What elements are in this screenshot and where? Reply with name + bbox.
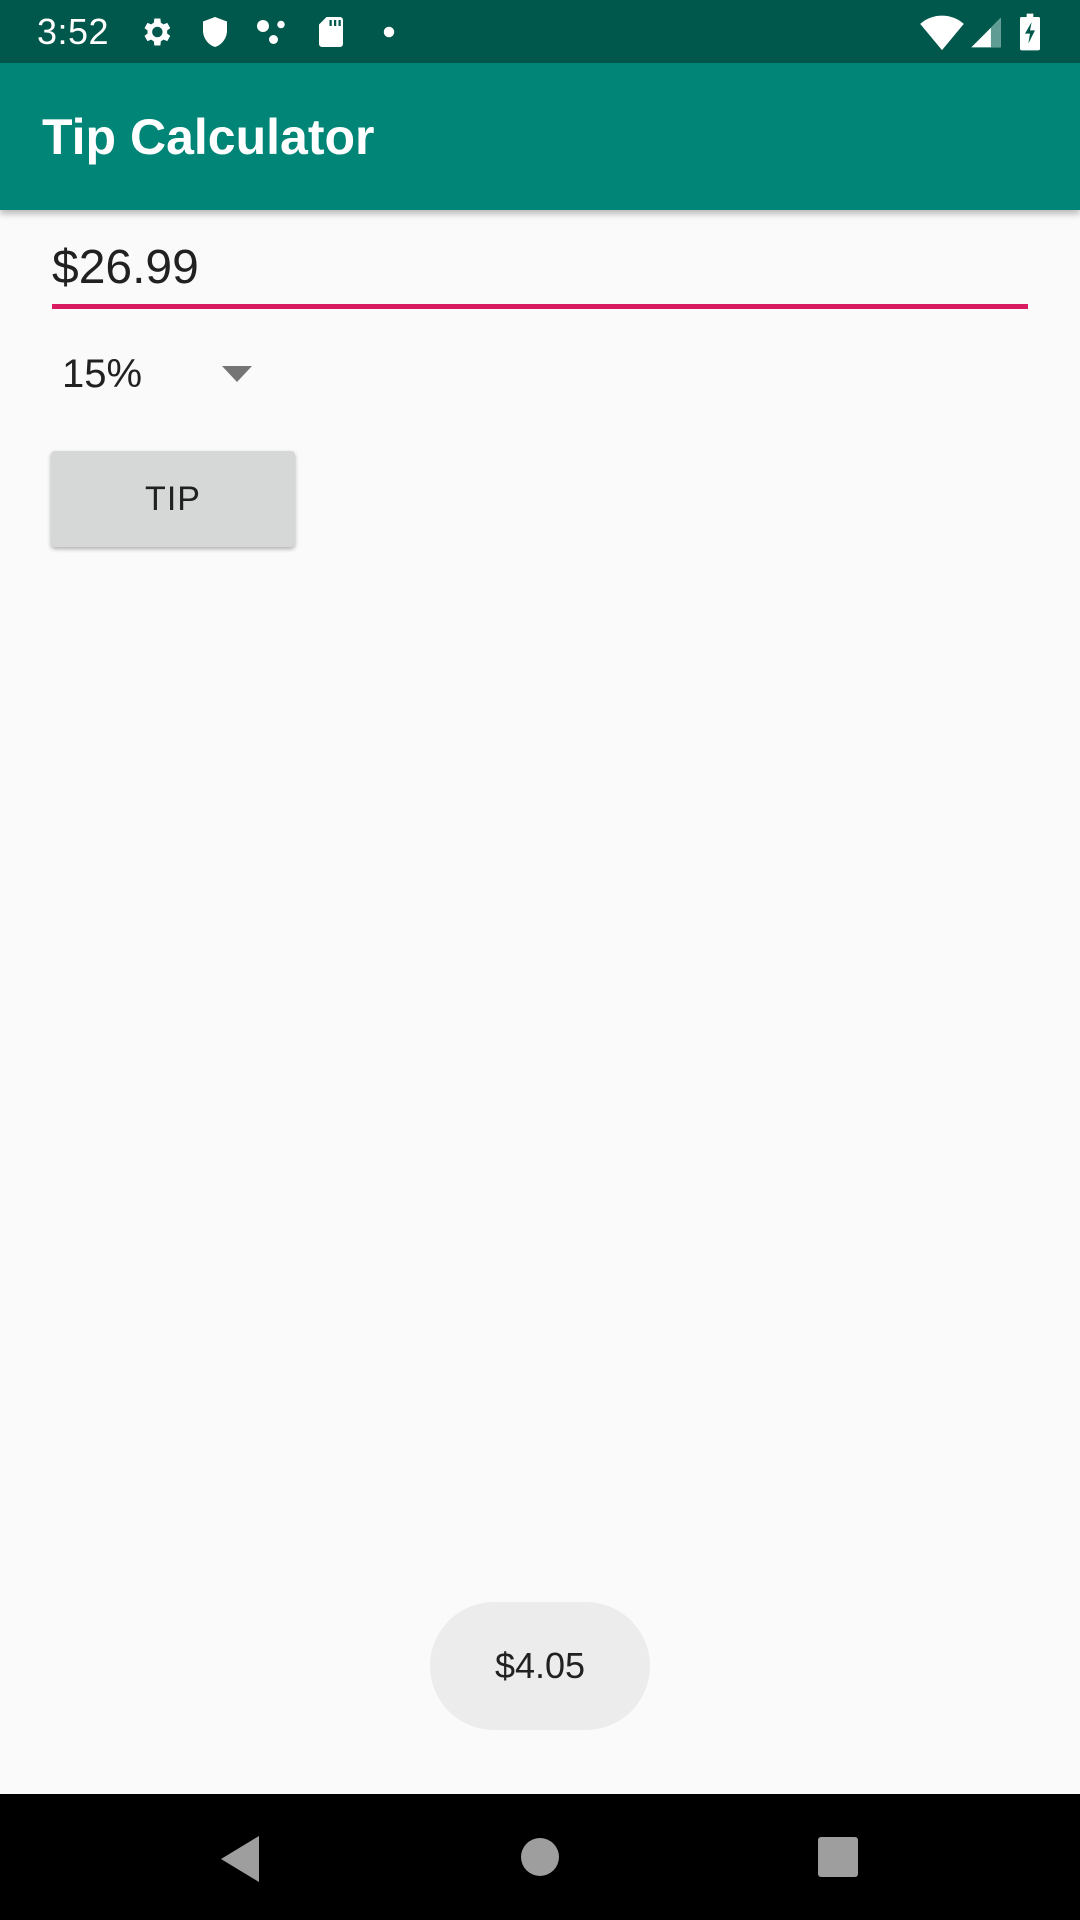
dots-icon [254, 14, 290, 50]
notification-dot-icon [371, 14, 407, 50]
tip-percentage-spinner[interactable]: 15% [52, 340, 262, 410]
recents-icon[interactable] [805, 1824, 871, 1890]
status-time: 3:52 [37, 11, 110, 52]
status-bar: 3:52 [0, 0, 1080, 63]
bill-amount-input[interactable]: $26.99 [52, 236, 1028, 300]
home-icon[interactable] [507, 1824, 573, 1890]
cellular-signal-icon [968, 12, 1004, 50]
app-bar: Tip Calculator [0, 63, 1080, 210]
dropdown-arrow-icon [222, 366, 252, 382]
gear-icon [138, 14, 174, 50]
back-icon[interactable] [205, 1824, 271, 1890]
app-title: Tip Calculator [42, 109, 375, 165]
spinner-selected-value: 15% [62, 352, 143, 396]
tip-button[interactable]: TIP [51, 451, 295, 547]
wifi-icon [920, 12, 964, 52]
shield-icon [197, 14, 233, 50]
sd-card-icon [313, 14, 349, 50]
bill-input-underline [52, 304, 1028, 309]
navigation-bar [0, 1794, 1080, 1920]
toast-message: $4.05 [430, 1602, 650, 1730]
battery-charging-icon [1016, 12, 1044, 52]
